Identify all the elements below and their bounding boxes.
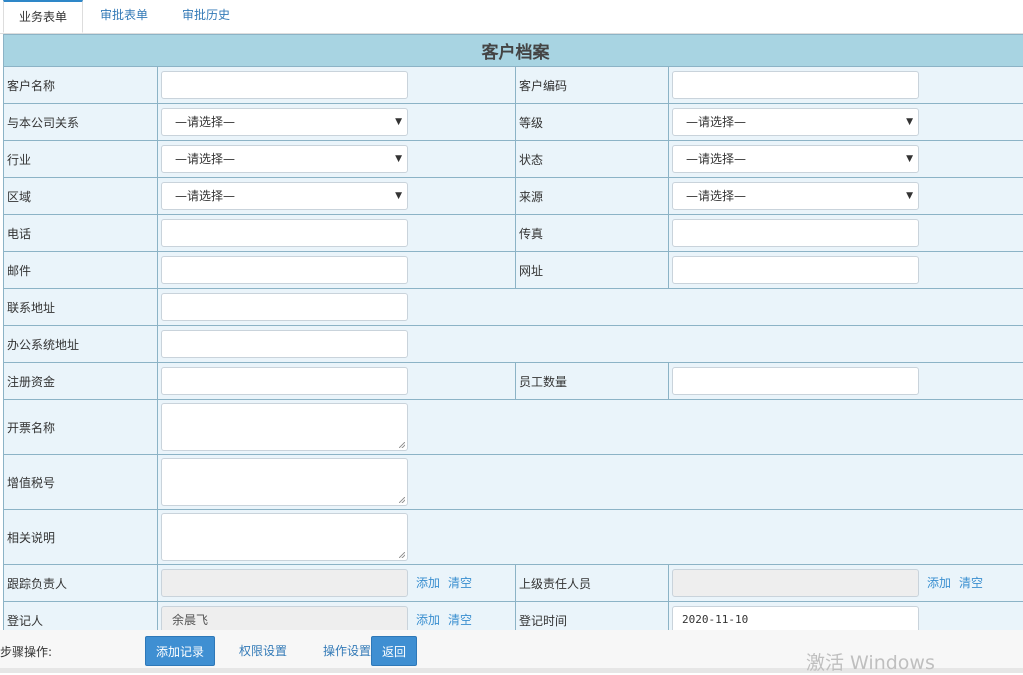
label-phone: 电话	[4, 215, 158, 252]
label-capital: 注册资金	[4, 363, 158, 400]
chevron-down-icon: ▼	[906, 109, 913, 135]
superior-clear-link[interactable]: 清空	[959, 576, 983, 590]
label-invoice-name: 开票名称	[4, 400, 158, 455]
chevron-down-icon: ▼	[395, 146, 402, 172]
level-select[interactable]: —请选择— ▼	[672, 108, 919, 136]
relation-select[interactable]: —请选择— ▼	[161, 108, 408, 136]
tab-approval-form[interactable]: 审批表单	[86, 0, 162, 33]
capital-input[interactable]	[161, 367, 408, 395]
address-input[interactable]	[161, 293, 408, 321]
label-notes: 相关说明	[4, 510, 158, 565]
label-website: 网址	[516, 252, 669, 289]
office-address-input[interactable]	[161, 330, 408, 358]
fax-input[interactable]	[672, 219, 919, 247]
label-address: 联系地址	[4, 289, 158, 326]
add-record-button[interactable]: 添加记录	[145, 636, 215, 666]
status-select-value: —请选择—	[686, 152, 746, 166]
label-registrar: 登记人	[4, 602, 158, 631]
chevron-down-icon: ▼	[395, 109, 402, 135]
label-office-address: 办公系统地址	[4, 326, 158, 363]
employees-input[interactable]	[672, 367, 919, 395]
notes-textarea[interactable]	[161, 513, 408, 561]
tax-no-textarea[interactable]	[161, 458, 408, 506]
label-relation: 与本公司关系	[4, 104, 158, 141]
source-select[interactable]: —请选择— ▼	[672, 182, 919, 210]
relation-select-value: —请选择—	[175, 115, 235, 129]
back-button[interactable]: 返回	[371, 636, 417, 666]
label-source: 来源	[516, 178, 669, 215]
invoice-name-textarea[interactable]	[161, 403, 408, 451]
registrar-clear-link[interactable]: 清空	[448, 613, 472, 627]
superior-input[interactable]	[672, 569, 919, 597]
website-input[interactable]	[672, 256, 919, 284]
label-status: 状态	[516, 141, 669, 178]
permissions-button[interactable]: 权限设置	[228, 636, 298, 666]
tab-bar: 业务表单 审批表单 审批历史	[0, 0, 1023, 34]
region-select-value: —请选择—	[175, 189, 235, 203]
label-region: 区域	[4, 178, 158, 215]
label-fax: 传真	[516, 215, 669, 252]
label-employees: 员工数量	[516, 363, 669, 400]
email-input[interactable]	[161, 256, 408, 284]
industry-select-value: —请选择—	[175, 152, 235, 166]
follower-input[interactable]	[161, 569, 408, 597]
customer-code-input[interactable]	[672, 71, 919, 99]
level-select-value: —请选择—	[686, 115, 746, 129]
label-level: 等级	[516, 104, 669, 141]
tab-business-form[interactable]: 业务表单	[3, 0, 83, 33]
windows-activation-watermark: 激活 Windows	[806, 648, 935, 675]
reg-time-input[interactable]: 2020-11-10	[672, 606, 919, 630]
chevron-down-icon: ▼	[395, 183, 402, 209]
chevron-down-icon: ▼	[906, 183, 913, 209]
registrar-add-link[interactable]: 添加	[416, 613, 440, 627]
source-select-value: —请选择—	[686, 189, 746, 203]
label-customer-code: 客户编码	[516, 67, 669, 104]
label-tax-no: 增值税号	[4, 455, 158, 510]
customer-name-input[interactable]	[161, 71, 408, 99]
step-label: 步骤操作:	[0, 643, 52, 660]
form-title: 客户档案	[4, 35, 1023, 67]
follower-clear-link[interactable]: 清空	[448, 576, 472, 590]
label-industry: 行业	[4, 141, 158, 178]
registrar-input[interactable]: 余晨飞	[161, 606, 408, 630]
label-follower: 跟踪负责人	[4, 565, 158, 602]
superior-add-link[interactable]: 添加	[927, 576, 951, 590]
label-superior: 上级责任人员	[516, 565, 669, 602]
chevron-down-icon: ▼	[906, 146, 913, 172]
status-select[interactable]: —请选择— ▼	[672, 145, 919, 173]
label-customer-name: 客户名称	[4, 67, 158, 104]
customer-form: 客户档案 客户名称 客户编码 与本公司关系 —请选择— ▼ 等级 —请选择— ▼ 行…	[3, 34, 1023, 630]
region-select[interactable]: —请选择— ▼	[161, 182, 408, 210]
follower-add-link[interactable]: 添加	[416, 576, 440, 590]
phone-input[interactable]	[161, 219, 408, 247]
label-reg-time: 登记时间	[516, 602, 669, 631]
tab-approval-history[interactable]: 审批历史	[168, 0, 244, 33]
industry-select[interactable]: —请选择— ▼	[161, 145, 408, 173]
label-email: 邮件	[4, 252, 158, 289]
